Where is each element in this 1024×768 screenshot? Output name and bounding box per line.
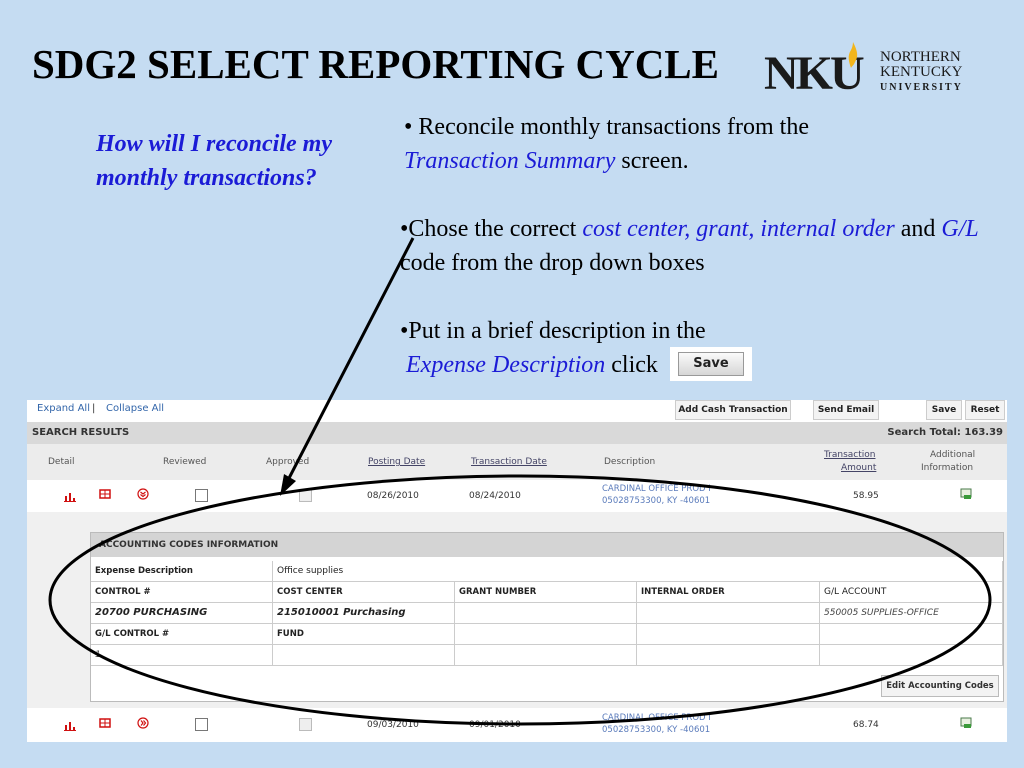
search-total: Search Total: 163.39 — [887, 427, 1003, 438]
save-button-image-label: Save — [677, 352, 744, 377]
empty-cell — [637, 645, 820, 666]
internal-order-value[interactable] — [637, 603, 820, 624]
header-description: Description — [604, 457, 656, 467]
reviewed-checkbox[interactable] — [195, 489, 208, 502]
save-button[interactable]: Save — [926, 400, 962, 420]
fund-header: FUND — [273, 624, 455, 645]
bullet-1: • Reconcile monthly transactions from th… — [404, 110, 1004, 178]
description-line2: 05028753300, KY -40601 — [602, 725, 711, 735]
fund-value[interactable] — [273, 645, 455, 666]
question-text: How will I reconcile my monthly transact… — [96, 131, 332, 191]
split-icon[interactable] — [99, 717, 111, 729]
grant-number-value[interactable] — [455, 603, 637, 624]
cost-center-value[interactable]: 215010001 Purchasing — [273, 603, 455, 624]
expand-icon[interactable] — [137, 717, 149, 729]
instruction-bullets: • Reconcile monthly transactions from th… — [400, 110, 1004, 417]
bullet-3: •Put in a brief description in the Expen… — [400, 314, 1004, 383]
slide-title: SDG2 SELECT REPORTING CYCLE — [32, 41, 719, 87]
logo-line1: NORTHERN — [880, 49, 961, 65]
accounting-caption-text: ACCOUNTING CODES INFORMATION — [99, 540, 279, 550]
chart-icon[interactable] — [64, 490, 76, 502]
search-results-bar: SEARCH RESULTS Search Total: 163.39 — [27, 422, 1007, 444]
table-row[interactable]: 09/03/2010 09/01/2010 CARDINAL OFFICE PR… — [27, 711, 1007, 739]
internal-order-header: INTERNAL ORDER — [637, 582, 820, 603]
header-approved: Approved — [266, 457, 310, 467]
bullet-2-prefix: •Chose the correct — [400, 216, 583, 242]
header-amount-line1[interactable]: Transaction — [824, 450, 876, 460]
description-line2: 05028753300, KY -40601 — [602, 496, 711, 506]
header-reviewed: Reviewed — [163, 457, 207, 467]
gl-account-header: G/L ACCOUNT — [820, 582, 1003, 603]
collapse-all-link[interactable]: Collapse All — [106, 403, 164, 414]
description-line1: CARDINAL OFFICE PROD I — [602, 484, 711, 494]
expense-description-field[interactable]: Office supplies — [273, 561, 1003, 582]
bullet-2-emphasis-2: G/L — [941, 216, 979, 242]
posting-date: 08/26/2010 — [367, 491, 419, 501]
header-detail: Detail — [48, 457, 75, 467]
info-icon[interactable] — [960, 488, 972, 500]
gl-control-value[interactable]: 1 — [91, 645, 273, 666]
expand-all-link[interactable]: Expand All — [37, 403, 90, 414]
reset-button[interactable]: Reset — [965, 400, 1005, 420]
expense-description-label: Expense Description — [91, 561, 273, 582]
toolbar: Expand All | Collapse All Add Cash Trans… — [27, 400, 1007, 420]
description-line1: CARDINAL OFFICE PROD I — [602, 713, 711, 723]
bullet-3-suffix: click — [605, 352, 658, 378]
empty-cell — [455, 645, 637, 666]
bullet-3-prefix: •Put in a brief description in the — [400, 318, 706, 344]
gl-account-value[interactable]: 550005 SUPPLIES-OFFICE — [820, 603, 1003, 624]
collapse-icon[interactable] — [137, 488, 149, 500]
approved-checkbox — [299, 489, 312, 502]
add-cash-transaction-button[interactable]: Add Cash Transaction — [675, 400, 791, 420]
save-button-image: Save — [669, 347, 752, 382]
transaction-screenshot: Expand All | Collapse All Add Cash Trans… — [27, 400, 1007, 742]
reviewed-checkbox[interactable] — [195, 718, 208, 731]
header-posting-date[interactable]: Posting Date — [368, 457, 425, 467]
transaction-amount: 58.95 — [853, 491, 879, 501]
flame-icon — [848, 42, 858, 68]
bullet-2-emphasis-1: cost center, grant, internal order — [582, 216, 895, 242]
bullet-1-emphasis: Transaction Summary — [404, 148, 616, 174]
table-header: Detail Reviewed Approved Posting Date Tr… — [27, 444, 1007, 480]
control-header: CONTROL # — [91, 582, 273, 603]
accounting-detail-section: ACCOUNTING CODES INFORMATION Expense Des… — [27, 512, 1007, 708]
gl-control-header: G/L CONTROL # — [91, 624, 273, 645]
logo-words: NORTHERN KENTUCKY UNIVERSITY — [880, 50, 963, 95]
control-value[interactable]: 20700 PURCHASING — [91, 603, 273, 624]
chart-icon[interactable] — [64, 719, 76, 731]
toolbar-separator: | — [92, 403, 96, 414]
edit-accounting-codes-button[interactable]: Edit Accounting Codes — [881, 675, 999, 697]
nku-logo: NKU NORTHERN KENTUCKY UNIVERSITY — [764, 42, 994, 100]
accounting-codes-table: ACCOUNTING CODES INFORMATION Expense Des… — [90, 532, 1004, 702]
split-icon[interactable] — [99, 488, 111, 500]
header-info-line2: Information — [921, 463, 974, 473]
bullet-3-emphasis: Expense Description — [406, 352, 606, 378]
table-row[interactable]: 08/26/2010 08/24/2010 CARDINAL OFFICE PR… — [27, 482, 1007, 510]
logo-line2: KENTUCKY — [880, 64, 963, 80]
transaction-amount: 68.74 — [853, 720, 879, 730]
cost-center-header: COST CENTER — [273, 582, 455, 603]
empty-cell — [455, 624, 637, 645]
empty-cell — [637, 624, 820, 645]
accounting-caption: ACCOUNTING CODES INFORMATION — [91, 533, 1003, 557]
info-icon[interactable] — [960, 717, 972, 729]
search-results-label: SEARCH RESULTS — [32, 427, 130, 438]
empty-cell — [820, 645, 1003, 666]
send-email-button[interactable]: Send Email — [813, 400, 879, 420]
empty-cell — [820, 624, 1003, 645]
bullet-2: •Chose the correct cost center, grant, i… — [400, 212, 1004, 280]
bullet-1-suffix: screen. — [615, 148, 689, 174]
bullet-2-suffix: code from the drop down boxes — [400, 250, 705, 276]
transaction-date: 08/24/2010 — [469, 491, 521, 501]
logo-line3: UNIVERSITY — [880, 82, 963, 93]
header-transaction-date[interactable]: Transaction Date — [471, 457, 547, 467]
transaction-date: 09/01/2010 — [469, 720, 521, 730]
bullet-2-mid: and — [894, 216, 942, 242]
bullet-1-prefix: • Reconcile monthly transactions from th… — [404, 114, 809, 140]
approved-checkbox — [299, 718, 312, 731]
header-info-line1: Additional — [930, 450, 976, 460]
posting-date: 09/03/2010 — [367, 720, 419, 730]
header-amount-line2[interactable]: Amount — [841, 463, 876, 473]
grant-number-header: GRANT NUMBER — [455, 582, 637, 603]
